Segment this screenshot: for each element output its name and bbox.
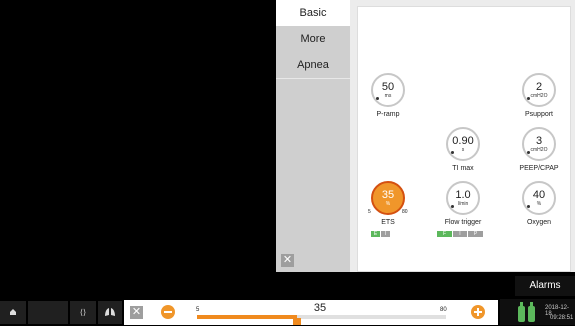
home-button[interactable] (0, 301, 26, 324)
close-button[interactable]: ✕ (281, 254, 294, 267)
lungs-button[interactable] (98, 301, 122, 324)
code-button[interactable]: ⟨⟩ (70, 301, 96, 324)
knob-label: PEEP/CPAP (519, 165, 559, 172)
knob-unit: % (385, 201, 391, 207)
ets-segment-i[interactable]: I (381, 231, 390, 237)
knob-value: 3 (535, 135, 543, 147)
code-icon: ⟨⟩ (79, 308, 87, 317)
knob-oxygen[interactable]: 40 % (522, 181, 556, 215)
knob-timax[interactable]: 0.90 s (446, 127, 480, 161)
slider-handle[interactable] (292, 318, 301, 325)
flow-segment-i[interactable]: I (453, 231, 467, 237)
knob-ets[interactable]: 35 % (371, 181, 405, 215)
knob-unit: cmH2O (530, 93, 548, 99)
knob-value: 40 (532, 189, 546, 201)
plus-icon-vertical (477, 308, 479, 316)
tab-basic[interactable]: Basic (276, 0, 350, 27)
increment-button[interactable] (471, 305, 485, 319)
minus-icon (164, 311, 172, 313)
knob-label: TI max (452, 165, 474, 172)
knob-label: ETS (381, 219, 395, 226)
knob-value: 35 (381, 189, 395, 201)
slider-close-button[interactable]: ✕ (130, 306, 143, 319)
knob-value: 50 (381, 81, 395, 93)
slider-max: 80 (440, 307, 447, 313)
slider-min: 5 (196, 307, 200, 313)
tab-more[interactable]: More (276, 26, 350, 53)
slider-value: 35 (313, 302, 327, 314)
knob-unit: ms (384, 93, 392, 99)
controls-label: Controls (518, 256, 557, 267)
flow-segment-p[interactable]: P (468, 231, 483, 237)
tab-apnea[interactable]: Apnea (276, 52, 350, 79)
knob-peep[interactable]: 3 cmH2O (522, 127, 556, 161)
decrement-button[interactable] (161, 305, 175, 319)
knob-unit: % (536, 201, 542, 207)
status-time: 09:28:51 (550, 315, 574, 321)
flow-segment-f[interactable]: F (437, 231, 452, 237)
lungs-icon (105, 308, 115, 316)
ets-segment-e[interactable]: E (371, 231, 380, 237)
knob-label: Flow trigger (444, 219, 482, 226)
tab-column: Basic More Apnea (276, 0, 350, 272)
slider-fill (197, 315, 297, 319)
knob-value: 2 (535, 81, 543, 93)
ets-min: 5 (368, 209, 371, 215)
knob-label: Oxygen (526, 219, 552, 226)
knob-unit: cmH2O (530, 147, 548, 153)
knob-unit: s (461, 147, 465, 153)
alarms-button[interactable]: Alarms (515, 276, 575, 296)
knob-flow-trigger[interactable]: 1.0 l/min (446, 181, 480, 215)
status-area: 2018-12-18 09:28:51 (500, 299, 575, 325)
knob-unit: l/min (457, 201, 469, 207)
home-icon (10, 309, 16, 315)
bottom-blank-button[interactable] (28, 301, 68, 324)
ets-max: 80 (402, 209, 408, 215)
knob-psupport[interactable]: 2 cmH2O (522, 73, 556, 107)
knob-value: 0.90 (452, 135, 474, 147)
gas-bottles-icon (518, 302, 535, 322)
knob-pramp[interactable]: 50 ms (371, 73, 405, 107)
slider-track[interactable] (197, 315, 446, 319)
knob-label: P-ramp (376, 111, 400, 118)
knob-label: Psupport (524, 111, 554, 118)
knob-value: 1.0 (455, 189, 471, 201)
